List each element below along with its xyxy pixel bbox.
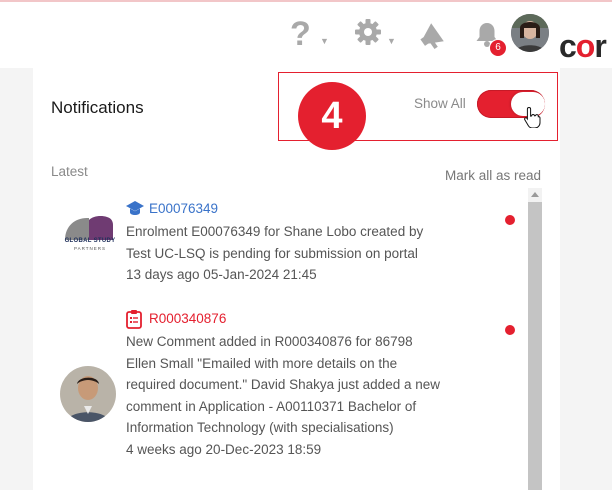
hand-cursor-icon: [523, 106, 541, 133]
settings-caret-down-icon[interactable]: ▼: [387, 36, 396, 46]
notification-id-link[interactable]: E00076349: [149, 201, 218, 216]
notification-item[interactable]: GLOBAL STUDY PARTNERS E00076349 Enrolmen…: [33, 198, 523, 288]
unread-indicator-dot: [505, 325, 515, 335]
scroll-up-arrow-icon[interactable]: [531, 192, 539, 197]
graduation-cap-icon: [125, 199, 145, 222]
show-all-label: Show All: [414, 96, 466, 111]
notification-body: Enrolment E00076349 for Shane Lobo creat…: [126, 221, 446, 286]
user-avatar[interactable]: [511, 14, 549, 52]
sender-avatar: [60, 366, 116, 422]
notifications-panel: Notifications 4 Show All Latest Mark all…: [33, 68, 560, 490]
step-number-badge: 4: [298, 82, 366, 150]
notifications-scrollbar[interactable]: [528, 188, 542, 490]
notification-time: 13 days ago 05-Jan-2024 21:45: [126, 267, 317, 282]
notification-text: New Comment added in R000340876 for 8679…: [126, 334, 440, 435]
notification-id-link[interactable]: R000340876: [149, 311, 226, 326]
megaphone-icon[interactable]: [418, 17, 452, 56]
notification-text: Enrolment E00076349 for Shane Lobo creat…: [126, 224, 424, 261]
notification-count-badge: 6: [489, 39, 507, 57]
latest-section-label: Latest: [51, 164, 88, 179]
unread-indicator-dot: [505, 215, 515, 225]
notification-item[interactable]: R000340876 New Comment added in R0003408…: [33, 308, 523, 490]
logo-text: GLOBAL STUDY: [64, 238, 116, 244]
scrollbar-thumb[interactable]: [528, 202, 542, 490]
logo-subtext: PARTNERS: [73, 246, 107, 251]
mark-all-read-link[interactable]: Mark all as read: [445, 168, 541, 183]
help-caret-down-icon[interactable]: ▼: [320, 36, 329, 46]
help-icon[interactable]: ?: [290, 14, 311, 54]
notification-time: 4 weeks ago 20-Dec-2023 18:59: [126, 441, 322, 457]
brand-logo: cor: [559, 28, 607, 64]
gear-icon[interactable]: [353, 17, 383, 52]
notification-body: New Comment added in R000340876 for 8679…: [126, 331, 446, 460]
top-header: ? ▼ ▼ 6 cor: [0, 2, 612, 68]
panel-title: Notifications: [51, 98, 144, 117]
